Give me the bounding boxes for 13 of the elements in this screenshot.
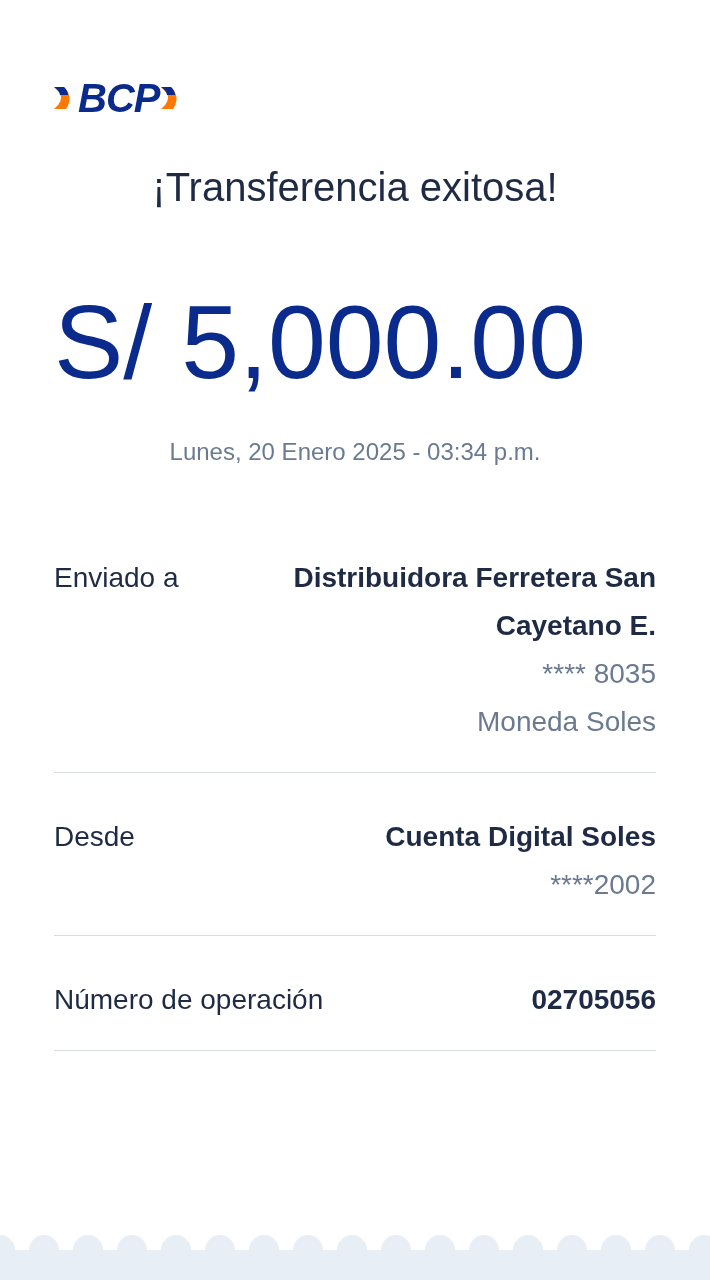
detail-label: Número de operación [54, 983, 324, 1017]
detail-value: ****2002 [550, 868, 656, 902]
detail-value: Moneda Soles [477, 705, 656, 739]
success-title: ¡Transferencia exitosa! [151, 164, 559, 211]
detail-value: **** 8035 [542, 657, 656, 691]
bank-logo: BCP [52, 78, 186, 118]
detail-value: 02705056 [531, 983, 656, 1017]
detail-label: Desde [54, 820, 135, 854]
detail-label: Enviado a [54, 561, 179, 595]
detail-value: Distribuidora Ferretera San Cayetano E. [292, 561, 656, 643]
detail-value: Cuenta Digital Soles [385, 820, 656, 854]
transfer-amount: S/ 5,000.00 [53, 290, 587, 394]
transfer-date: Lunes, 20 Enero 2025 - 03:34 p.m. [168, 437, 542, 467]
